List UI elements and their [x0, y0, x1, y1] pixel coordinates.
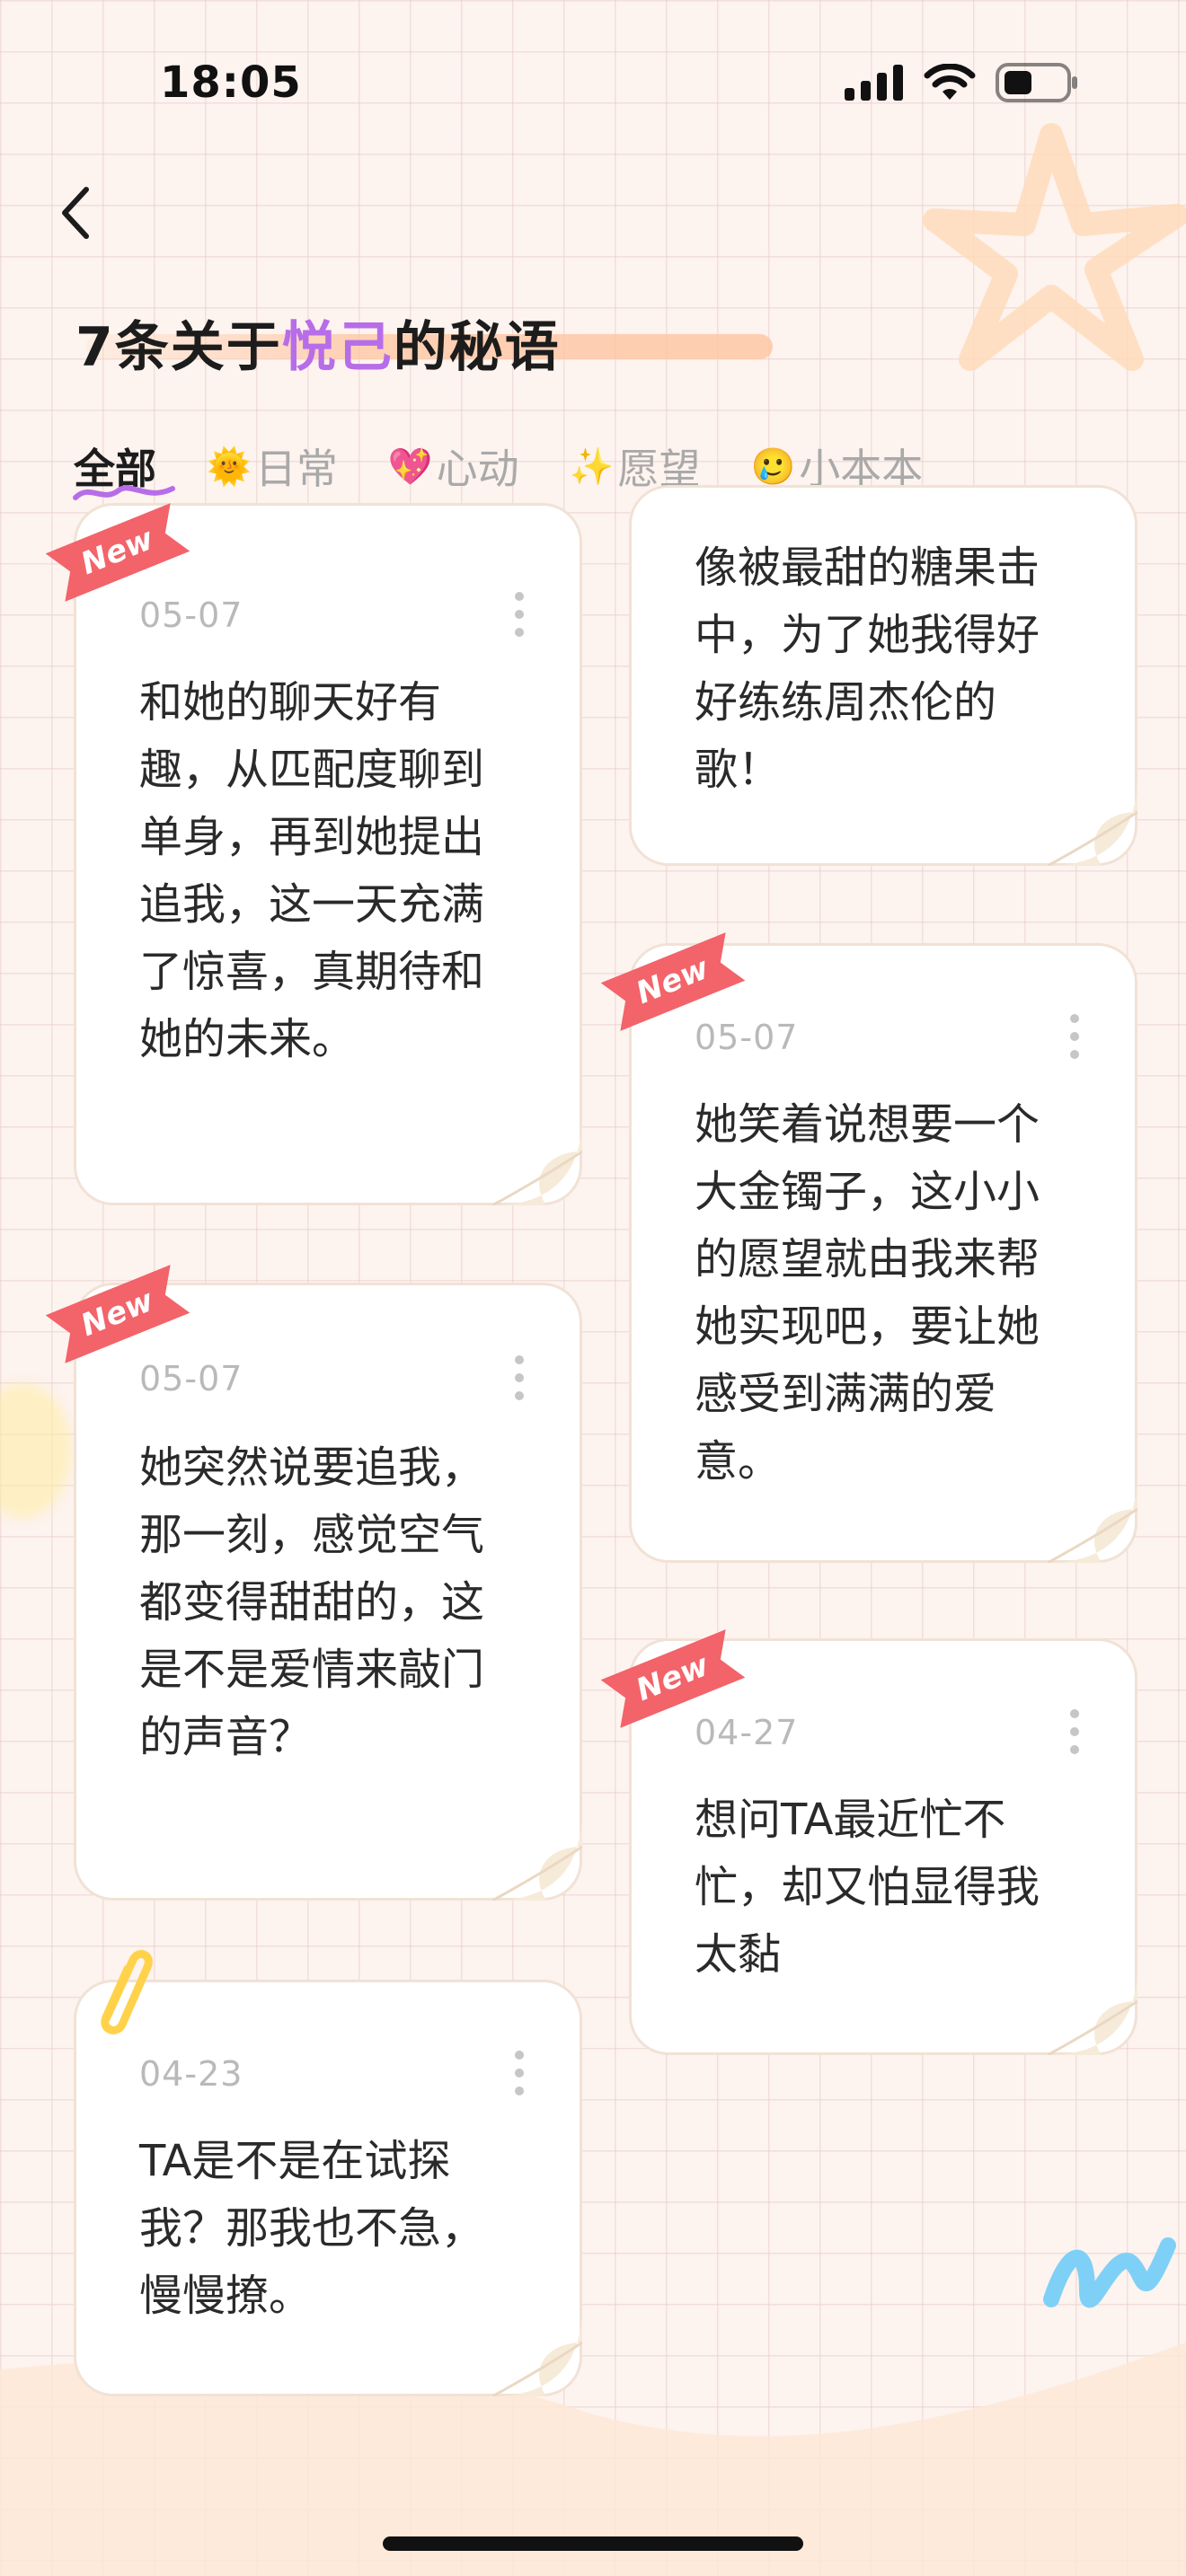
note-date: 05-07	[139, 595, 243, 635]
more-options-icon[interactable]	[515, 1355, 524, 1400]
status-icons	[845, 63, 1078, 102]
note-text: 像被最甜的糖果击中，为了她我得好好练练周杰伦的歌！	[695, 543, 1040, 795]
note-card[interactable]: 04-23 TA是不是在试探我？那我也不急，慢慢撩。	[74, 1980, 582, 2396]
note-text: 和她的聊天好有趣，从匹配度聊到单身，再到她提出追我，这一天充满了惊喜，真期待和她…	[139, 677, 485, 1064]
more-options-icon[interactable]	[515, 592, 524, 637]
active-tab-underline	[73, 485, 175, 500]
note-text: TA是不是在试探我？那我也不急，慢慢撩。	[139, 2136, 485, 2321]
heart-icon: 💖	[387, 446, 433, 488]
more-options-icon[interactable]	[1070, 1014, 1079, 1059]
star-decoration	[923, 123, 1186, 371]
page-title: 7条关于悦己的秘语	[75, 304, 561, 382]
more-options-icon[interactable]	[1070, 1709, 1079, 1754]
note-date: 04-27	[695, 1713, 799, 1752]
note-card[interactable]: 04-27 想问TA最近忙不忙，却又怕显得我太黏	[629, 1638, 1137, 2055]
page-curl-decoration	[1048, 1473, 1137, 1563]
title-suffix: 的秘语	[393, 316, 561, 379]
tab-heartbeat-label: 心动	[436, 445, 519, 493]
cellular-signal-icon	[845, 65, 903, 101]
tab-daily-label: 日常	[254, 445, 338, 493]
note-card[interactable]: 05-07 和她的聊天好有趣，从匹配度聊到单身，再到她提出追我，这一天充满了惊喜…	[74, 503, 582, 1205]
battery-icon	[996, 63, 1077, 102]
page-curl-decoration	[492, 1116, 582, 1205]
tab-heartbeat[interactable]: 💖 心动	[388, 437, 519, 496]
home-indicator	[383, 2536, 803, 2551]
note-card[interactable]: 像被最甜的糖果击中，为了她我得好好练练周杰伦的歌！	[629, 485, 1137, 866]
page-curl-decoration	[1048, 1965, 1137, 2055]
title-prefix: 7条关于	[75, 316, 282, 379]
page-curl-decoration	[492, 2307, 582, 2396]
tab-daily[interactable]: 🌞 日常	[207, 437, 338, 496]
note-text: 她突然说要追我，那一刻，感觉空气都变得甜甜的，这是不是爱情来敲门的声音？	[139, 1442, 485, 1762]
more-options-icon[interactable]	[515, 2051, 524, 2095]
note-text: 想问TA最近忙不忙，却又怕显得我太黏	[695, 1795, 1040, 1980]
sun-icon: 🌞	[207, 446, 252, 488]
wifi-icon	[924, 64, 976, 100]
note-card[interactable]: 05-07 她笑着说想要一个大金镯子，这小小的愿望就由我来帮她实现吧，要让她感受…	[629, 943, 1137, 1563]
yellow-blob-decoration	[0, 1383, 72, 1518]
note-date: 04-23	[139, 2054, 243, 2094]
note-date: 05-07	[695, 1018, 799, 1057]
page-curl-decoration	[492, 1811, 582, 1901]
lemon-face-icon: 🥲	[750, 446, 796, 488]
note-text: 她笑着说想要一个大金镯子，这小小的愿望就由我来帮她实现吧，要让她感受到满满的爱意…	[695, 1099, 1040, 1486]
back-arrow-icon[interactable]	[56, 184, 95, 242]
note-date: 05-07	[139, 1359, 243, 1398]
note-card[interactable]: 05-07 她突然说要追我，那一刻，感觉空气都变得甜甜的，这是不是爱情来敲门的声…	[74, 1283, 582, 1901]
title-accent: 悦己	[281, 316, 394, 379]
status-time: 18:05	[160, 57, 302, 108]
page-curl-decoration	[1048, 776, 1137, 866]
sparkles-icon: ✨	[569, 446, 615, 488]
paperclip-icon	[101, 1950, 153, 2034]
